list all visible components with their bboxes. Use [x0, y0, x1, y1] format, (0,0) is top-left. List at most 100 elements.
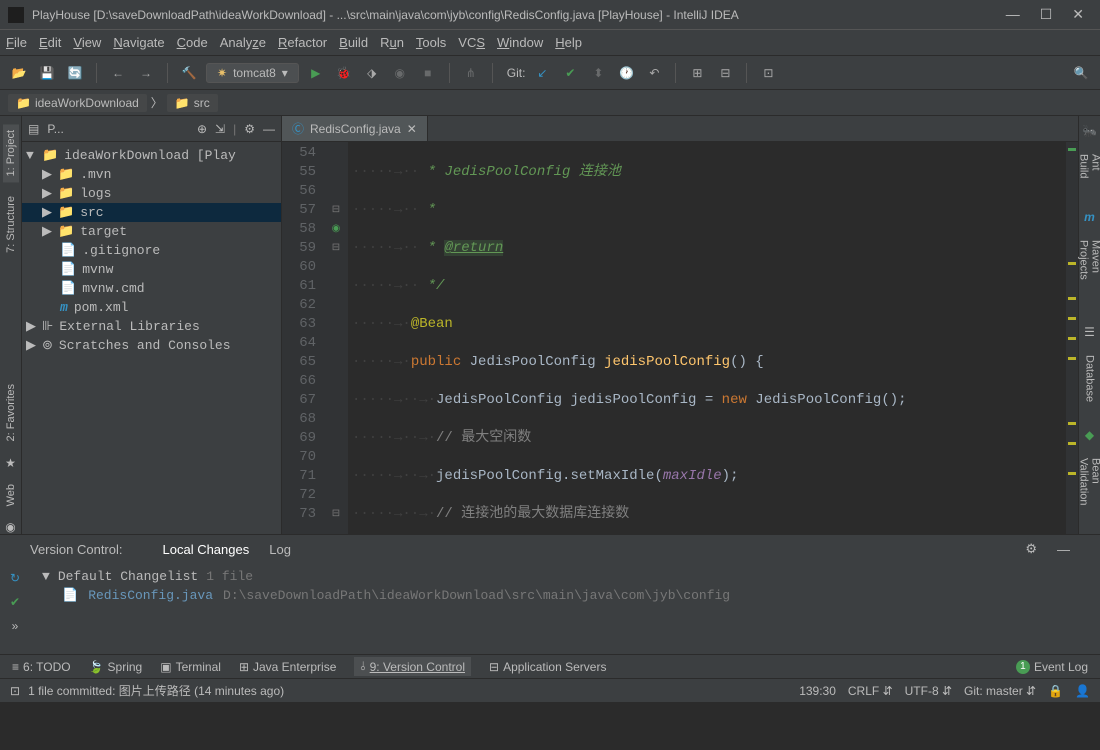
tree-item[interactable]: ▶📁target	[22, 222, 281, 241]
gutter-icons[interactable]: ⊟ ◉ ⊟ ⊟	[324, 142, 348, 534]
editor-tab[interactable]: Ⓒ RedisConfig.java ✕	[282, 116, 428, 141]
menu-window[interactable]: Window	[497, 35, 543, 50]
debug-icon[interactable]: 🐞	[333, 62, 355, 84]
structure-icon[interactable]: ⊞	[686, 62, 708, 84]
web-icon[interactable]: ◉	[5, 520, 15, 534]
tree-item[interactable]: 📄mvnw	[22, 260, 281, 279]
status-icon[interactable]: ⊡	[10, 684, 20, 698]
save-icon[interactable]: 💾	[36, 62, 58, 84]
menu-file[interactable]: File	[6, 35, 27, 50]
caret-position[interactable]: 139:30	[799, 684, 836, 698]
git-branch[interactable]: Git: master ⇵	[964, 684, 1036, 698]
project-tree[interactable]: ▼📁 ideaWorkDownload [Play ▶📁.mvn ▶📁logs …	[22, 142, 281, 534]
more-icon[interactable]: ⊡	[757, 62, 779, 84]
sync-icon[interactable]: 🔄	[64, 62, 86, 84]
open-icon[interactable]: 📂	[8, 62, 30, 84]
stop-icon[interactable]: ■	[417, 62, 439, 84]
tab-terminal[interactable]: ▣ Terminal	[160, 660, 221, 674]
git-revert-icon[interactable]: ↶	[643, 62, 665, 84]
gear-icon[interactable]: ⚙	[244, 122, 255, 136]
project-view-icon[interactable]: ▤	[28, 122, 39, 136]
coverage-icon[interactable]: ⬗	[361, 62, 383, 84]
menu-edit[interactable]: Edit	[39, 35, 61, 50]
tab-java-ee[interactable]: ⊞ Java Enterprise	[239, 660, 336, 674]
tab-app-servers[interactable]: ⊟ Application Servers	[489, 660, 606, 674]
tree-external[interactable]: ▶⊪External Libraries	[22, 317, 281, 336]
star-icon[interactable]: ★	[5, 456, 16, 470]
refresh-icon[interactable]: ↻	[10, 571, 20, 585]
maven-icon[interactable]: m	[1084, 210, 1095, 224]
menu-navigate[interactable]: Navigate	[113, 35, 164, 50]
tool-maven[interactable]: Maven Projects	[1076, 234, 1100, 315]
file-encoding[interactable]: UTF-8 ⇵	[905, 684, 952, 698]
build-icon[interactable]: 🔨	[178, 62, 200, 84]
close-tab-icon[interactable]: ✕	[407, 122, 417, 136]
changed-file[interactable]: 📄 RedisConfig.java D:\saveDownloadPath\i…	[34, 586, 1096, 605]
line-gutter[interactable]: 5455565758596061626364656667686970717273	[282, 142, 324, 534]
minimize-button[interactable]: —	[1006, 6, 1020, 23]
git-update-icon[interactable]: ↙	[531, 62, 553, 84]
maximize-button[interactable]: ☐	[1040, 6, 1053, 23]
tree-root[interactable]: ▼📁 ideaWorkDownload [Play	[22, 146, 281, 165]
tree-item-src[interactable]: ▶📁src	[22, 203, 281, 222]
menu-refactor[interactable]: Refactor	[278, 35, 327, 50]
ant-icon[interactable]: 🐜	[1082, 124, 1097, 138]
gear-icon[interactable]: ⚙	[1025, 541, 1037, 557]
tree-scratches[interactable]: ▶⊚Scratches and Consoles	[22, 336, 281, 355]
attach-icon[interactable]: ⋔	[460, 62, 482, 84]
git-commit-icon[interactable]: ✔	[559, 62, 581, 84]
scope-icon[interactable]: ⊕	[197, 122, 207, 136]
collapse-icon[interactable]: ⇲	[215, 122, 225, 136]
tree-item[interactable]: mpom.xml	[22, 298, 281, 317]
database-icon[interactable]: ☰	[1084, 325, 1095, 339]
menu-help[interactable]: Help	[555, 35, 582, 50]
tool-project[interactable]: 1: Project	[3, 124, 19, 182]
tree-item[interactable]: ▶📁.mvn	[22, 165, 281, 184]
menu-view[interactable]: View	[73, 35, 101, 50]
tab-spring[interactable]: 🍃 Spring	[89, 660, 143, 674]
tab-local-changes[interactable]: Local Changes	[163, 542, 250, 557]
changelist[interactable]: ▼ Default Changelist 1 file	[34, 567, 1096, 586]
menu-build[interactable]: Build	[339, 35, 368, 50]
tool-database[interactable]: Database	[1082, 349, 1098, 408]
menu-analyze[interactable]: Analyze	[220, 35, 266, 50]
back-icon[interactable]: ←	[107, 62, 129, 84]
tool-ant[interactable]: Ant Build	[1076, 148, 1100, 200]
git-history-icon[interactable]: 🕐	[615, 62, 637, 84]
menu-code[interactable]: Code	[177, 35, 208, 50]
menu-tools[interactable]: Tools	[416, 35, 446, 50]
menu-vcs[interactable]: VCS	[458, 35, 485, 50]
error-stripe[interactable]	[1066, 142, 1078, 534]
forward-icon[interactable]: →	[135, 62, 157, 84]
code-editor[interactable]: 5455565758596061626364656667686970717273…	[282, 142, 1078, 534]
more-icon[interactable]: »	[12, 619, 19, 633]
tool-web[interactable]: Web	[3, 478, 19, 512]
profile-icon[interactable]: ◉	[389, 62, 411, 84]
toolbox-icon[interactable]: ⊟	[714, 62, 736, 84]
tree-item[interactable]: ▶📁logs	[22, 184, 281, 203]
panel-title[interactable]: P...	[47, 122, 189, 136]
tool-bean[interactable]: Bean Validation	[1076, 452, 1100, 534]
tab-todo[interactable]: ≡ 6: TODO	[12, 660, 71, 674]
run-icon[interactable]: ▶	[305, 62, 327, 84]
commit-icon[interactable]: ✔	[10, 595, 20, 609]
tool-structure[interactable]: 7: Structure	[3, 190, 19, 259]
hide-icon[interactable]: —	[263, 122, 275, 136]
breadcrumb-item[interactable]: 📁 src	[167, 94, 218, 112]
hector-icon[interactable]: 👤	[1075, 684, 1090, 698]
search-icon[interactable]: 🔍	[1070, 62, 1092, 84]
lock-icon[interactable]: 🔒	[1048, 684, 1063, 698]
line-separator[interactable]: CRLF ⇵	[848, 684, 893, 698]
tab-log[interactable]: Log	[269, 542, 291, 557]
breadcrumb-item[interactable]: 📁 ideaWorkDownload	[8, 94, 147, 112]
tab-event-log[interactable]: 1 Event Log	[1016, 660, 1088, 674]
git-compare-icon[interactable]: ⬍	[587, 62, 609, 84]
tool-favorites[interactable]: 2: Favorites	[3, 378, 19, 447]
tree-item[interactable]: 📄mvnw.cmd	[22, 279, 281, 298]
hide-icon[interactable]: —	[1057, 542, 1070, 557]
menu-run[interactable]: Run	[380, 35, 404, 50]
close-button[interactable]: ✕	[1072, 6, 1084, 23]
bean-icon[interactable]: ◆	[1085, 428, 1094, 442]
tree-item[interactable]: 📄.gitignore	[22, 241, 281, 260]
tab-vcs[interactable]: ⫰ 9: Version Control	[354, 657, 471, 676]
